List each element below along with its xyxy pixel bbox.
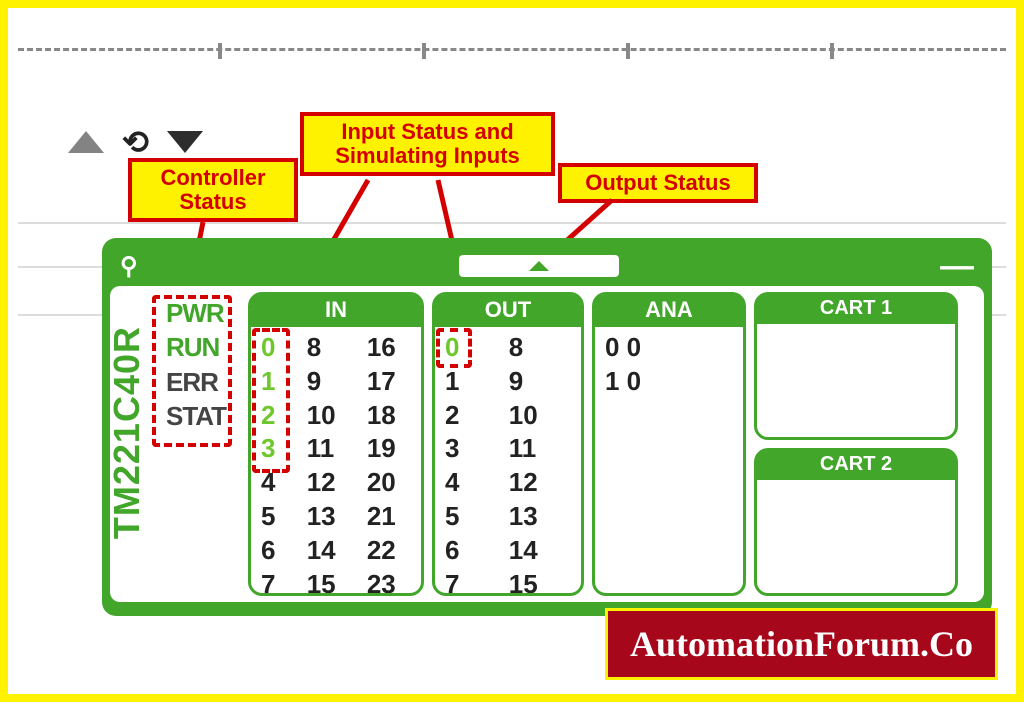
in-channel-18[interactable]: 18 [367,399,411,433]
in-channel-2[interactable]: 2 [261,399,291,433]
brand-watermark: AutomationForum.Co [605,608,998,680]
in-channel-11[interactable]: 11 [307,432,351,466]
cartridge-stack: CART 1 CART 2 [754,292,958,596]
in-channel-21[interactable]: 21 [367,500,411,534]
in-channel-13[interactable]: 13 [307,500,351,534]
in-channel-5[interactable]: 5 [261,500,291,534]
cartridge-1-body [757,324,955,437]
in-channel-23[interactable]: 23 [367,568,411,593]
controller-status-column: PWRRUNERRSTAT [156,292,240,596]
in-channel-4[interactable]: 4 [261,466,291,500]
ruler-line [18,48,1006,52]
cartridge-2-header: CART 2 [757,451,955,480]
in-channel-16[interactable]: 16 [367,331,411,365]
callout-input-status: Input Status and Simulating Inputs [300,112,555,176]
status-led-pwr: PWR [166,296,230,330]
nav-row: ⟲ [68,123,203,161]
scroll-up-icon[interactable] [68,131,104,153]
out-channel-7: 7 [445,568,493,593]
status-led-run: RUN [166,330,230,364]
callout-controller-status: Controller Status [128,158,298,222]
status-led-stat: STAT [166,399,230,433]
out-channel-5: 5 [445,500,493,534]
out-channel-6: 6 [445,534,493,568]
controller-status-list: PWRRUNERRSTAT [156,292,240,596]
inputs-column: IN 0123456789101112131415161718192021222… [248,292,424,596]
callout-output-status: Output Status [558,163,758,203]
cartridge-1-header: CART 1 [757,295,955,324]
in-channel-15[interactable]: 15 [307,568,351,593]
in-channel-6[interactable]: 6 [261,534,291,568]
in-channel-20[interactable]: 20 [367,466,411,500]
in-channel-8[interactable]: 8 [307,331,351,365]
outputs-grid: 0123456789101112131415 [435,327,581,593]
analog-values: 0 01 0 [595,327,743,593]
plc-status-panel: ⚲ — PWRRUNERRSTAT IN 0123456789101112131… [102,238,992,616]
in-channel-12[interactable]: 12 [307,466,351,500]
out-channel-4: 4 [445,466,493,500]
pin-icon[interactable]: ⚲ [120,252,138,281]
in-channel-3[interactable]: 3 [261,432,291,466]
inputs-grid[interactable]: 01234567891011121314151617181920212223 [251,327,421,593]
triangle-up-icon [529,261,549,271]
outputs-column: OUT 0123456789101112131415 [432,292,584,596]
in-channel-22[interactable]: 22 [367,534,411,568]
analog-channel-1: 1 0 [605,365,733,399]
in-channel-7[interactable]: 7 [261,568,291,593]
plc-titlebar: ⚲ — [110,246,984,286]
in-channel-10[interactable]: 10 [307,399,351,433]
out-channel-0: 0 [445,331,493,365]
out-channel-12: 12 [509,466,571,500]
analog-column: ANA 0 01 0 [592,292,746,596]
cartridge-slot-2: CART 2 [754,448,958,596]
in-channel-19[interactable]: 19 [367,432,411,466]
cartridge-2-body [757,480,955,593]
out-channel-2: 2 [445,399,493,433]
expand-tab[interactable] [459,255,619,277]
out-channel-11: 11 [509,432,571,466]
refresh-icon[interactable]: ⟲ [122,123,149,161]
out-channel-9: 9 [509,365,571,399]
plc-body: PWRRUNERRSTAT IN 01234567891011121314151… [110,286,984,602]
out-channel-10: 10 [509,399,571,433]
outputs-header: OUT [435,295,581,327]
scroll-down-icon[interactable] [167,131,203,153]
out-channel-3: 3 [445,432,493,466]
analog-header: ANA [595,295,743,327]
in-channel-9[interactable]: 9 [307,365,351,399]
out-channel-15: 15 [509,568,571,593]
cartridge-slot-1: CART 1 [754,292,958,440]
analog-channel-0: 0 0 [605,331,733,365]
status-led-err: ERR [166,365,230,399]
out-channel-13: 13 [509,500,571,534]
out-channel-8: 8 [509,331,571,365]
in-channel-0[interactable]: 0 [261,331,291,365]
out-channel-1: 1 [445,365,493,399]
model-label: TM221C40R [106,326,148,539]
inputs-header: IN [251,295,421,327]
in-channel-1[interactable]: 1 [261,365,291,399]
in-channel-14[interactable]: 14 [307,534,351,568]
out-channel-14: 14 [509,534,571,568]
in-channel-17[interactable]: 17 [367,365,411,399]
